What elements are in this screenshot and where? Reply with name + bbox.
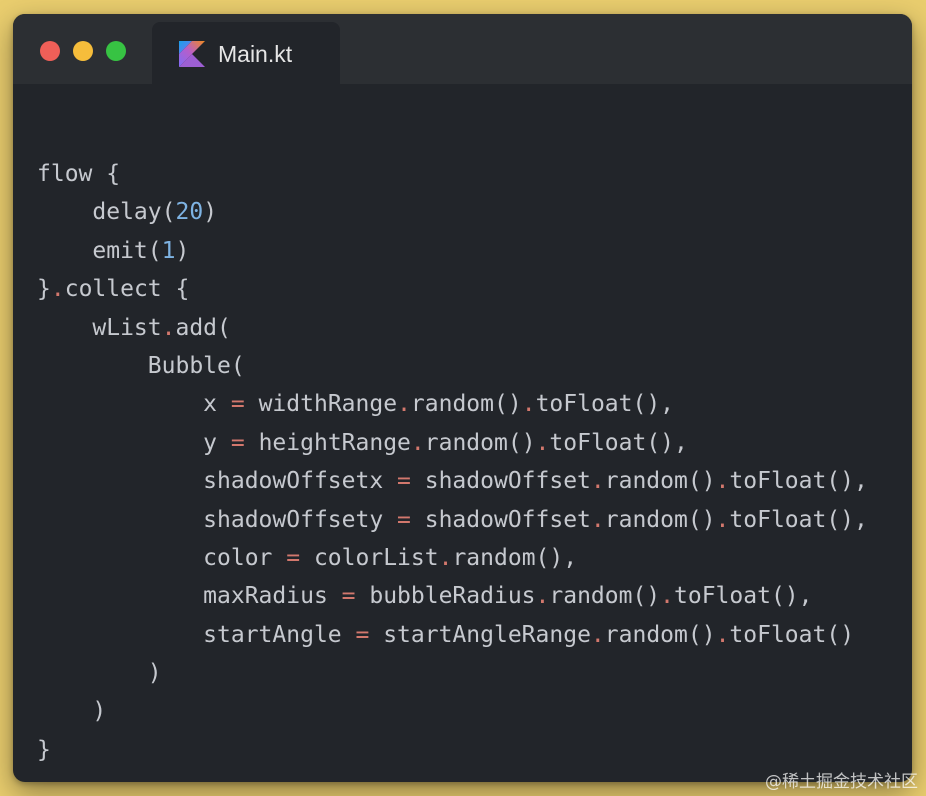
code-line: color = colorList.random(), xyxy=(37,539,868,577)
code-token: = xyxy=(355,621,370,648)
code-token: . xyxy=(161,314,176,341)
code-token: startAngle xyxy=(37,621,356,648)
code-editor[interactable]: flow { delay(20) emit(1)}.collect { wLis… xyxy=(37,155,868,769)
code-token: . xyxy=(397,391,411,418)
code-line: startAngle = startAngleRange.random().to… xyxy=(37,616,868,654)
code-token: . xyxy=(438,544,453,571)
code-line: shadowOffsetx = shadowOffset.random().to… xyxy=(37,462,868,500)
code-token: color xyxy=(37,544,287,571)
code-token: 1 xyxy=(161,237,176,264)
code-token: random(), xyxy=(452,544,578,571)
close-window-button[interactable] xyxy=(40,41,60,61)
code-token: widthRange xyxy=(244,391,398,418)
code-token: ) xyxy=(37,698,107,725)
code-line: y = heightRange.random().toFloat(), xyxy=(37,424,868,462)
code-token: toFloat(), xyxy=(729,468,868,495)
code-token: emit( xyxy=(37,237,162,264)
code-token: wList xyxy=(37,314,162,341)
code-line: }.collect { xyxy=(37,270,868,308)
code-token: ) xyxy=(175,237,190,264)
code-token: toFloat() xyxy=(729,621,855,648)
code-token: . xyxy=(660,583,675,610)
code-token: = xyxy=(341,583,356,610)
code-token: . xyxy=(715,621,730,648)
code-token: colorList xyxy=(300,544,439,571)
code-token: ) xyxy=(37,660,162,687)
code-line: } xyxy=(37,731,868,769)
code-token: random() xyxy=(604,468,716,495)
code-token: toFloat(), xyxy=(674,583,813,610)
kotlin-logo-icon xyxy=(179,41,205,67)
code-token: add( xyxy=(175,314,231,341)
code-line: maxRadius = bubbleRadius.random().toFloa… xyxy=(37,577,868,615)
title-bar: Main.kt xyxy=(13,14,912,84)
code-line: flow { xyxy=(37,155,868,193)
code-line: ) xyxy=(37,654,868,692)
code-token: y xyxy=(37,429,231,456)
tab-label: Main.kt xyxy=(218,41,293,67)
code-token: Bubble( xyxy=(37,352,245,379)
code-token: . xyxy=(590,468,605,495)
code-token: . xyxy=(715,506,730,533)
code-token: . xyxy=(590,621,605,648)
code-token: bubbleRadius xyxy=(355,583,536,610)
tab-main-kt[interactable]: Main.kt xyxy=(152,22,340,84)
code-token: 20 xyxy=(175,199,204,226)
code-line: x = widthRange.random().toFloat(), xyxy=(37,385,868,423)
code-token: toFloat(), xyxy=(549,429,688,456)
code-token: } xyxy=(37,736,51,763)
code-token: shadowOffsetx xyxy=(37,468,398,495)
code-line: ) xyxy=(37,692,868,730)
code-token: flow { xyxy=(37,161,121,187)
code-token: random() xyxy=(549,583,661,610)
code-token: . xyxy=(590,506,605,533)
code-token: ) xyxy=(203,199,218,226)
minimize-window-button[interactable] xyxy=(73,41,93,61)
code-line: delay(20) xyxy=(37,193,868,231)
code-token: startAngleRange xyxy=(369,621,591,648)
code-token: . xyxy=(521,391,536,418)
code-token: . xyxy=(410,429,425,456)
code-token: x xyxy=(37,391,231,418)
code-window: Main.kt flow { delay(20) emit(1)}.collec… xyxy=(13,14,912,782)
code-token: = xyxy=(397,468,411,495)
code-token: = xyxy=(230,429,245,456)
code-token: heightRange xyxy=(244,429,411,456)
code-token: random() xyxy=(410,391,522,418)
code-token: random() xyxy=(604,621,716,648)
code-token: toFloat(), xyxy=(535,391,675,418)
watermark: @稀土掘金技术社区 xyxy=(765,772,918,792)
code-token: . xyxy=(715,468,730,495)
code-token: maxRadius xyxy=(37,583,342,610)
code-token: = xyxy=(286,544,301,571)
code-token: = xyxy=(230,391,245,418)
code-token: shadowOffsety xyxy=(37,506,398,533)
code-line: wList.add( xyxy=(37,309,868,347)
maximize-window-button[interactable] xyxy=(106,41,126,61)
code-token: random() xyxy=(424,429,536,456)
code-token: delay( xyxy=(37,199,176,226)
code-token: . xyxy=(535,583,550,610)
code-line: emit(1) xyxy=(37,232,868,270)
code-line: shadowOffsety = shadowOffset.random().to… xyxy=(37,501,868,539)
code-token: toFloat(), xyxy=(729,506,868,533)
code-token: } xyxy=(37,276,51,303)
code-token: . xyxy=(50,276,65,303)
code-line: Bubble( xyxy=(37,347,868,385)
code-token: collect { xyxy=(64,276,190,303)
code-token: shadowOffset xyxy=(410,506,591,533)
code-token: = xyxy=(397,506,411,533)
code-token: random() xyxy=(604,506,716,533)
code-token: . xyxy=(535,429,550,456)
code-token: shadowOffset xyxy=(410,468,591,495)
